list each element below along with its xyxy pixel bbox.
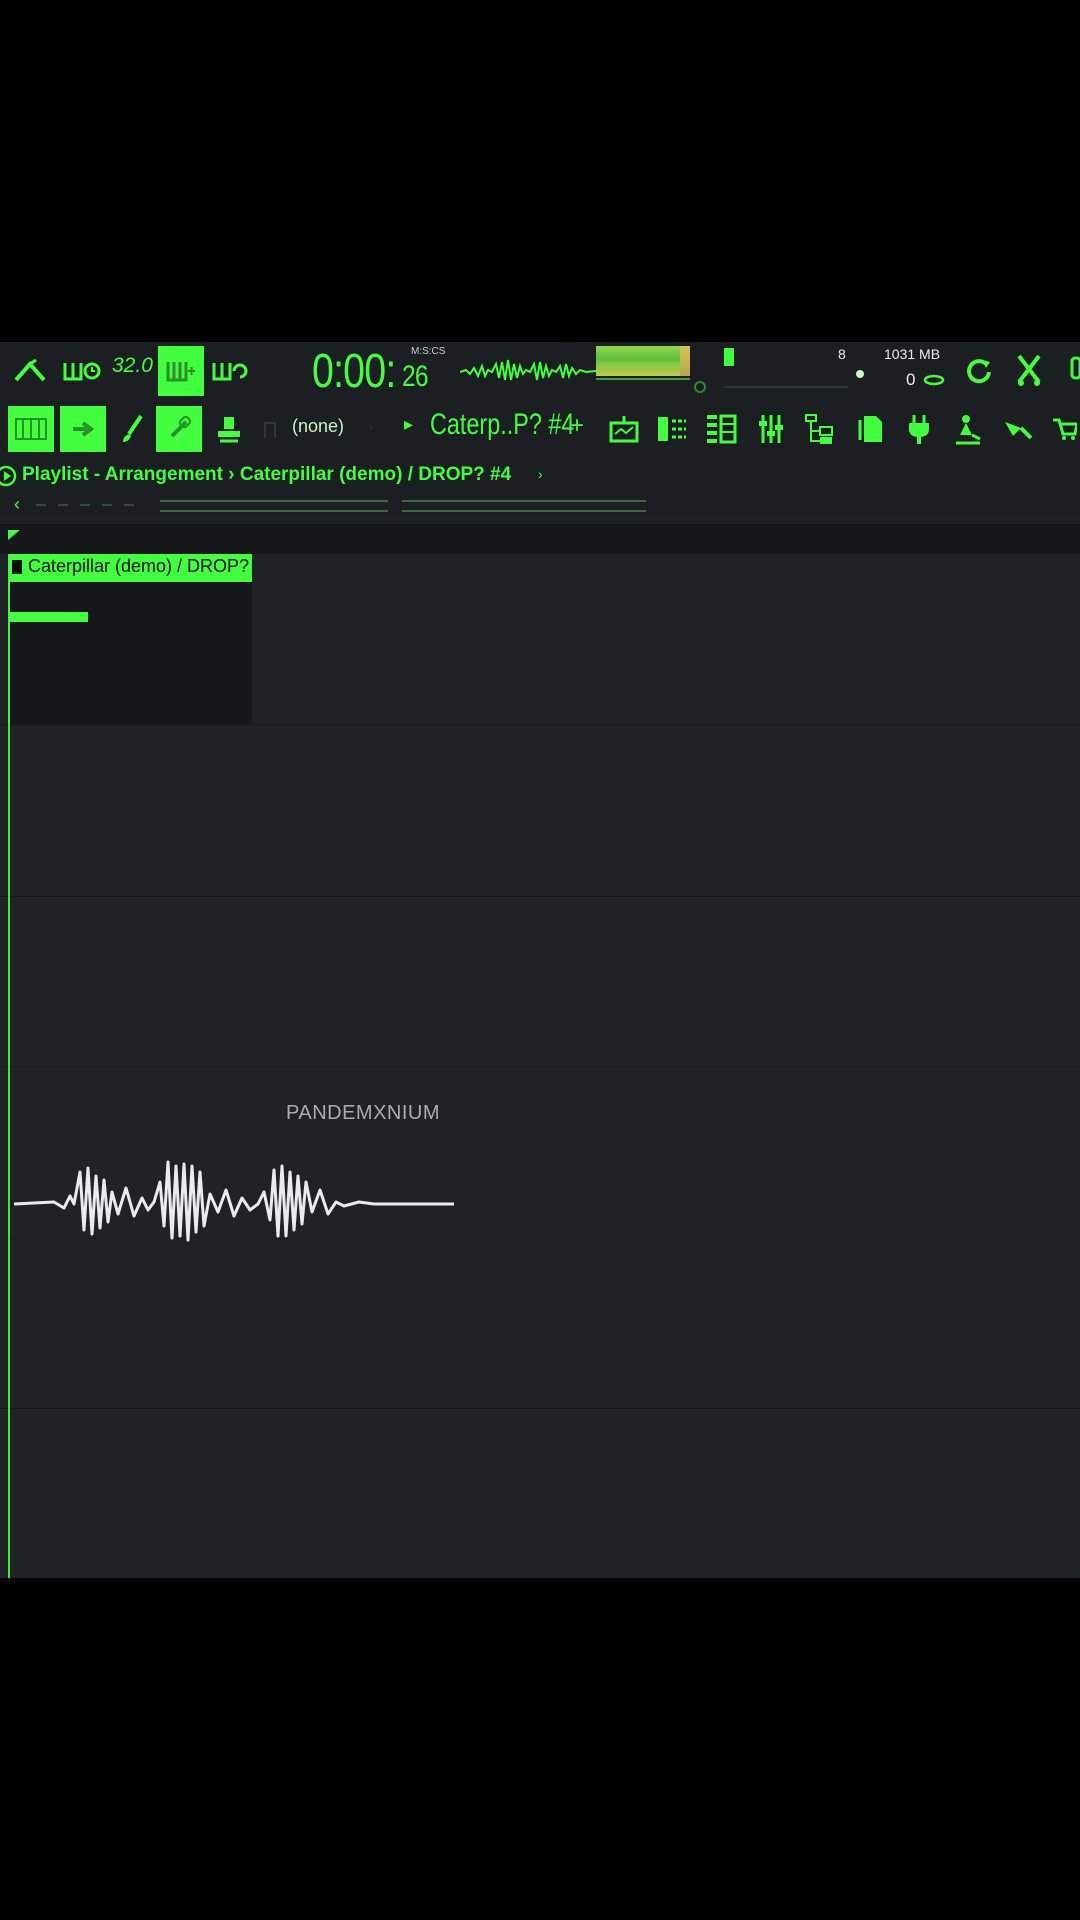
time-format-label[interactable]: M:S:CS xyxy=(411,346,445,357)
pattern-play-icon[interactable]: ▸ xyxy=(404,414,413,435)
snap-arrow-icon: › xyxy=(368,418,373,434)
metronome-icon[interactable] xyxy=(12,354,52,388)
cpu-meter xyxy=(724,348,734,366)
track-divider xyxy=(0,724,1080,725)
scroll-left-icon[interactable]: ‹ xyxy=(14,494,20,515)
undo-icon[interactable] xyxy=(960,354,998,388)
watermark-waveform xyxy=(14,1160,454,1242)
master-volume-meter xyxy=(596,346,690,376)
title-chevron: › xyxy=(538,466,543,482)
plugin-icon[interactable] xyxy=(900,408,938,450)
add-pattern-button[interactable]: + xyxy=(570,412,584,440)
link-button[interactable] xyxy=(156,406,202,452)
song-position-marker[interactable] xyxy=(8,530,20,540)
playlist-icon[interactable] xyxy=(604,408,644,450)
polyphony-icon xyxy=(922,372,946,388)
download-icon[interactable] xyxy=(1058,354,1080,388)
secondary-toolbar: (none) › ▸ Caterp..P? #4 + xyxy=(0,400,1080,458)
pattern-clip[interactable]: Caterpillar (demo) / DROP? xyxy=(8,554,252,724)
scroll-thumb[interactable] xyxy=(160,500,646,512)
browser-icon[interactable] xyxy=(800,408,840,450)
stamp-icon[interactable] xyxy=(210,408,248,450)
playlist-title-bar[interactable]: Playlist - Arrangement › Caterpillar (de… xyxy=(0,458,1080,494)
pattern-selector[interactable]: Caterp..P? #4 xyxy=(430,408,574,442)
lock-icon xyxy=(264,422,276,438)
pitch-knob-icon[interactable] xyxy=(690,378,710,396)
timeline-ruler[interactable] xyxy=(0,524,1080,554)
snap-selector[interactable]: (none) xyxy=(292,416,344,437)
playlist-scrollbar[interactable]: ‹ xyxy=(0,494,1080,518)
brush-icon[interactable] xyxy=(114,408,150,450)
memory-usage: 1031 MB xyxy=(884,346,941,362)
main-toolbar: 32.0 0:00: 26 M:S:CS 8 1031 MB 0 xyxy=(0,342,1080,400)
cpu-graph-line xyxy=(724,386,848,388)
tempo-display[interactable]: 32.0 xyxy=(112,354,153,378)
cut-icon[interactable] xyxy=(1010,350,1048,390)
activity-dot xyxy=(856,370,864,378)
playlist-title: Playlist - Arrangement › Caterpillar (de… xyxy=(22,464,512,485)
track-divider xyxy=(0,1066,1080,1067)
step-edit-button[interactable] xyxy=(158,346,204,396)
clip-note xyxy=(10,612,88,622)
watermark-text: PANDEMXNIUM xyxy=(286,1102,441,1124)
polyphony-count: 0 xyxy=(906,370,916,389)
master-pitch-line[interactable] xyxy=(596,378,690,380)
wait-record-icon[interactable] xyxy=(62,354,102,388)
ai-icon[interactable] xyxy=(998,408,1038,450)
oscilloscope-display xyxy=(460,359,596,381)
scroll-indicator xyxy=(36,504,146,506)
loop-record-icon[interactable] xyxy=(210,354,250,388)
track-divider xyxy=(0,896,1080,897)
cart-icon[interactable] xyxy=(1048,408,1080,450)
fl-studio-window: 32.0 0:00: 26 M:S:CS 8 1031 MB 0 (none) … xyxy=(0,342,1080,1578)
clip-name: Caterpillar (demo) / DROP? xyxy=(28,556,250,576)
mixer-icon[interactable] xyxy=(752,408,790,450)
playhead[interactable] xyxy=(8,554,10,1578)
piano-roll-view-icon[interactable] xyxy=(700,408,742,450)
song-time-display[interactable]: 0:00: 26 xyxy=(312,342,429,400)
project-icon[interactable] xyxy=(852,408,890,450)
playlist-menu-icon[interactable] xyxy=(0,464,18,488)
arrow-button[interactable] xyxy=(60,406,106,452)
clip-header[interactable]: Caterpillar (demo) / DROP? xyxy=(10,554,252,582)
channel-rack-icon[interactable] xyxy=(652,408,692,450)
cpu-count: 8 xyxy=(838,346,846,362)
touch-icon[interactable] xyxy=(948,408,988,450)
piano-roll-button[interactable] xyxy=(8,406,54,452)
track-divider xyxy=(0,1408,1080,1409)
playlist-tracks[interactable]: Caterpillar (demo) / DROP? PANDEMXNIUM xyxy=(0,554,1080,1578)
clip-menu-icon[interactable] xyxy=(12,560,22,574)
